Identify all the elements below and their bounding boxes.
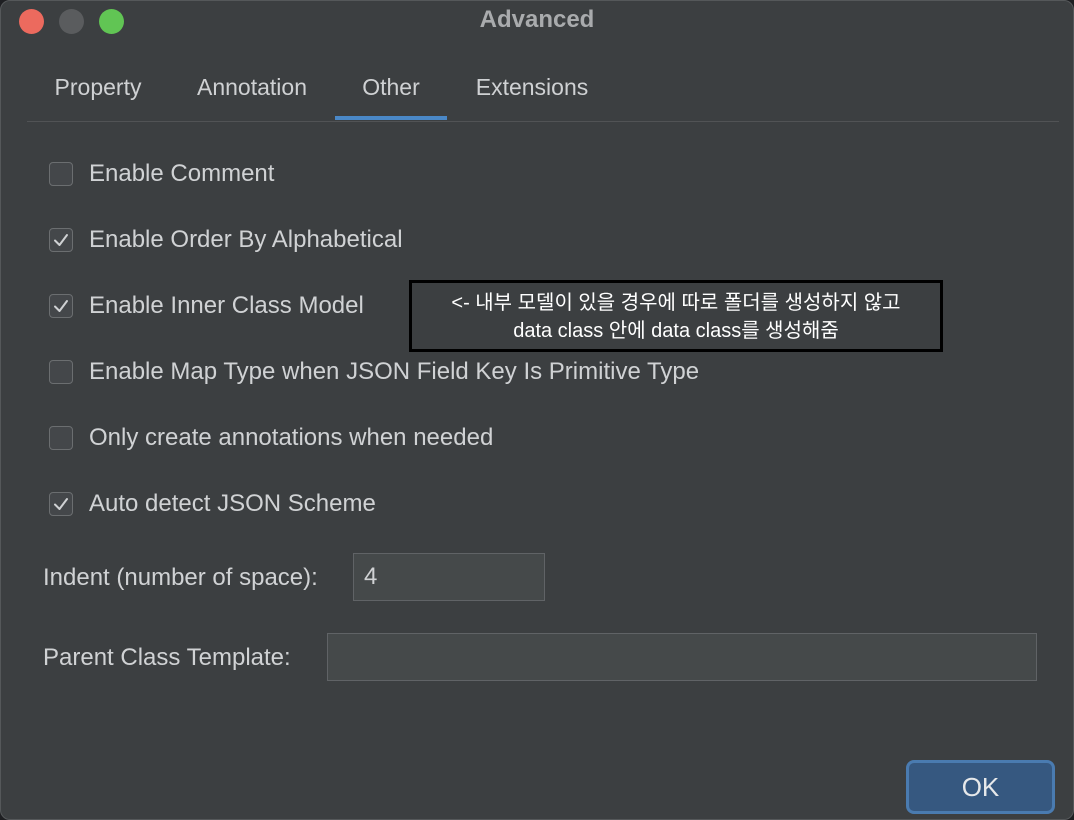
- title-bar: Advanced: [1, 1, 1073, 41]
- checkmark-icon: [54, 234, 68, 246]
- option-label: Enable Inner Class Model: [89, 292, 364, 319]
- option-label: Enable Order By Alphabetical: [89, 226, 403, 253]
- indent-input[interactable]: [353, 553, 545, 601]
- checkbox[interactable]: [49, 492, 73, 516]
- indent-label: Indent (number of space):: [43, 564, 318, 591]
- option-enable-order-by-alphabetical[interactable]: Enable Order By Alphabetical: [49, 225, 403, 255]
- tab-bar: Property Annotation Other Extensions: [27, 61, 1059, 122]
- annotation-callout: <- 내부 모델이 있을 경우에 따로 폴더를 생성하지 않고 data cla…: [409, 280, 943, 352]
- parent-class-template-label: Parent Class Template:: [43, 644, 291, 671]
- option-only-create-annotations[interactable]: Only create annotations when needed: [49, 423, 493, 453]
- option-label: Enable Comment: [89, 160, 275, 187]
- checkbox[interactable]: [49, 360, 73, 384]
- checkbox[interactable]: [49, 294, 73, 318]
- window-title: Advanced: [479, 6, 595, 33]
- option-auto-detect-json-scheme[interactable]: Auto detect JSON Scheme: [49, 489, 376, 519]
- callout-line-2: data class 안에 data class를 생성해줌: [513, 320, 839, 342]
- option-label: Auto detect JSON Scheme: [89, 490, 376, 517]
- ok-button[interactable]: OK: [906, 760, 1055, 814]
- advanced-dialog: Advanced Property Annotation Other Exten…: [0, 0, 1074, 820]
- tab-property[interactable]: Property: [53, 61, 143, 120]
- checkbox[interactable]: [49, 228, 73, 252]
- checkbox[interactable]: [49, 162, 73, 186]
- option-enable-inner-class-model[interactable]: Enable Inner Class Model: [49, 291, 364, 321]
- tab-annotation[interactable]: Annotation: [193, 61, 311, 120]
- callout-line-1: <- 내부 모델이 있을 경우에 따로 폴더를 생성하지 않고: [451, 292, 901, 314]
- option-enable-comment[interactable]: Enable Comment: [49, 159, 274, 189]
- checkmark-icon: [54, 300, 68, 312]
- tab-other[interactable]: Other: [335, 61, 447, 120]
- tab-extensions[interactable]: Extensions: [471, 61, 593, 120]
- option-enable-map-type[interactable]: Enable Map Type when JSON Field Key Is P…: [49, 357, 699, 387]
- checkbox[interactable]: [49, 426, 73, 450]
- checkmark-icon: [54, 498, 68, 510]
- parent-class-template-input[interactable]: [327, 633, 1037, 681]
- option-label: Enable Map Type when JSON Field Key Is P…: [89, 358, 700, 385]
- option-label: Only create annotations when needed: [89, 424, 494, 451]
